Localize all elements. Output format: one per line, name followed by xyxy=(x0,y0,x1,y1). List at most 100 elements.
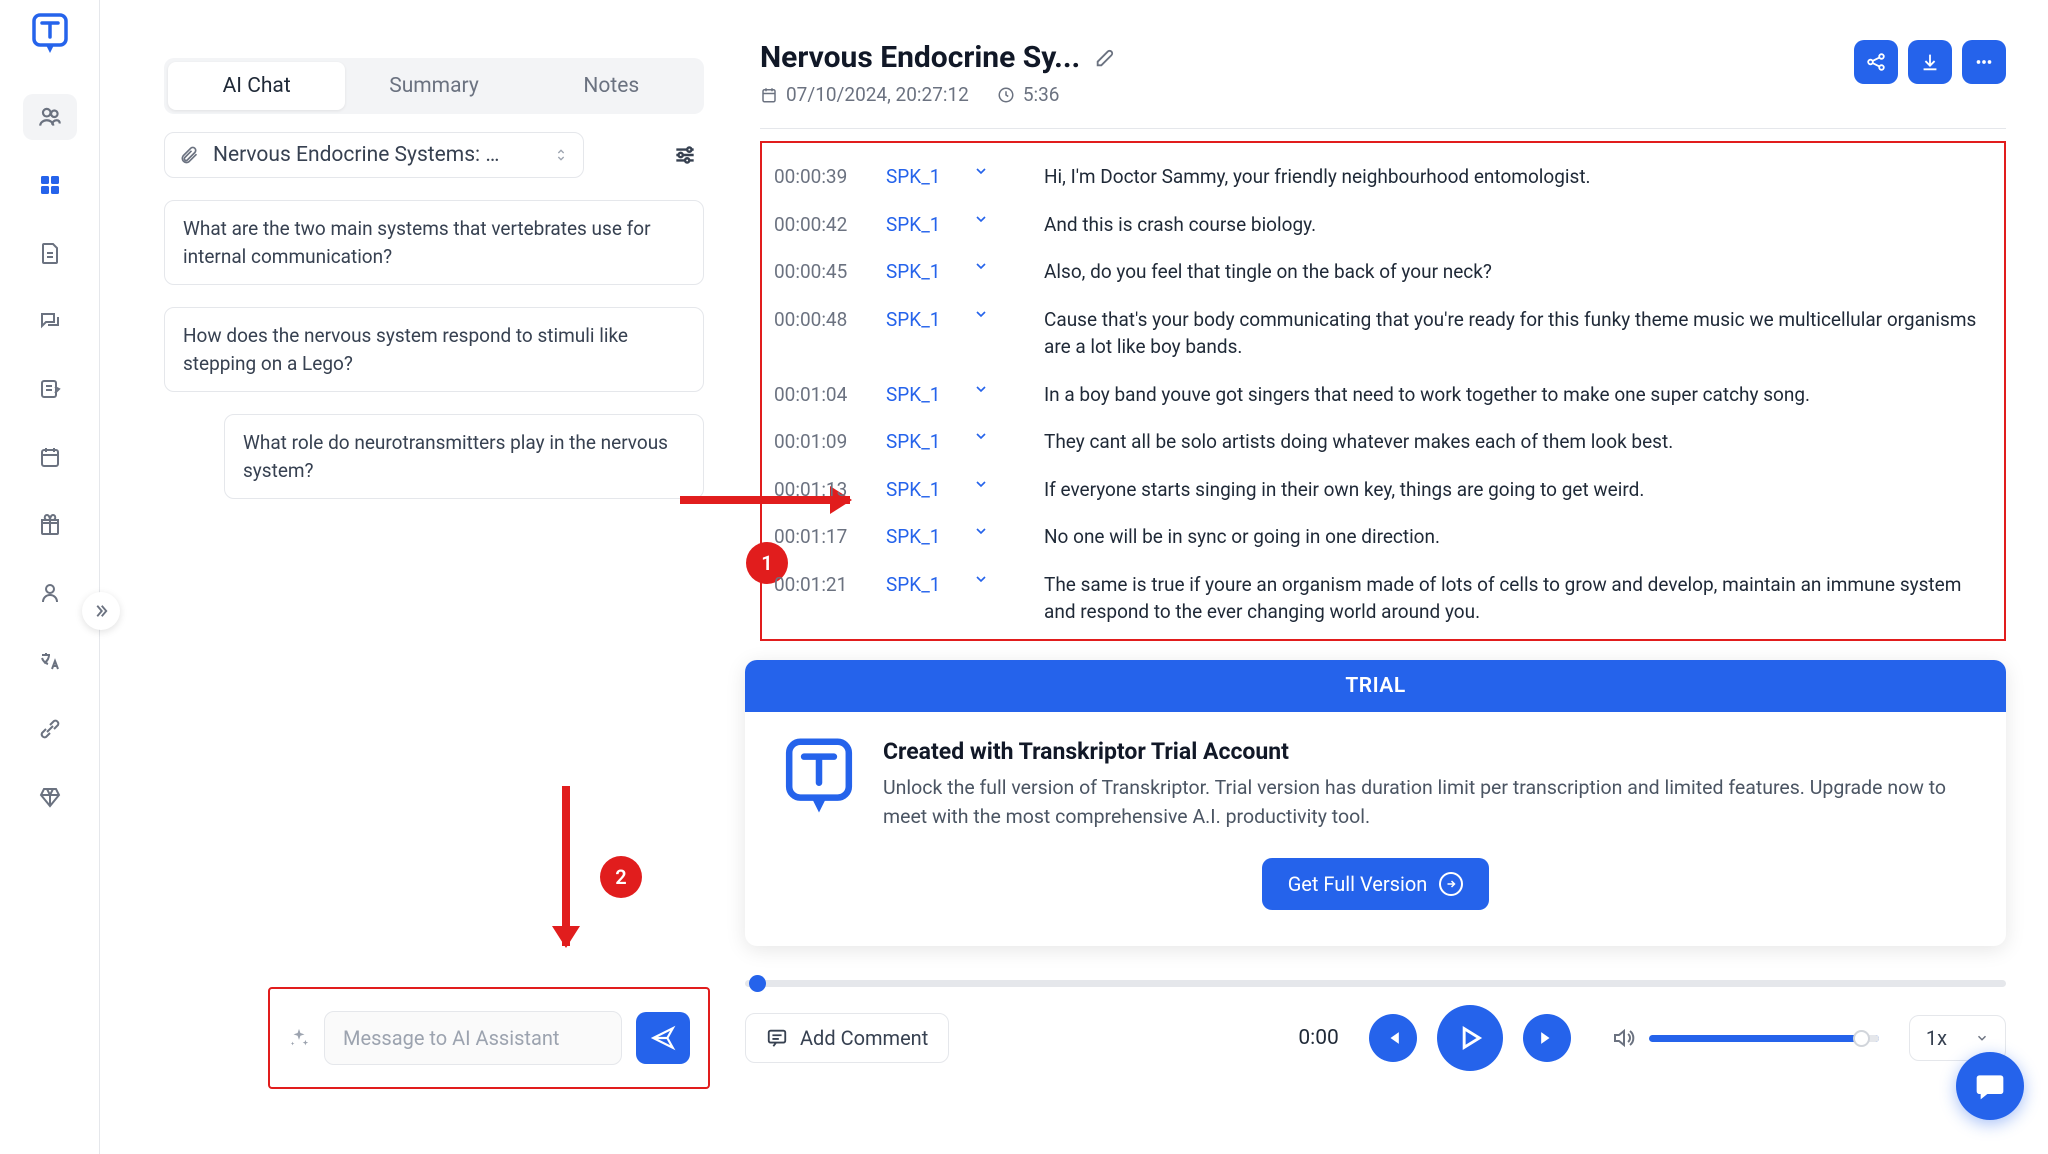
transcript-row[interactable]: 00:01:04SPK_1In a boy band youve got sin… xyxy=(774,371,1992,419)
transcript-text: Hi, I'm Doctor Sammy, your friendly neig… xyxy=(1044,163,1992,191)
updown-icon xyxy=(553,147,569,163)
transcript-text: If everyone starts singing in their own … xyxy=(1044,476,1992,504)
chevron-down-icon[interactable] xyxy=(968,258,994,274)
share-button[interactable] xyxy=(1854,40,1898,84)
transcript-row[interactable]: 00:01:31SPK_1Your cells and organs have … xyxy=(774,636,1992,641)
suggestion-item[interactable]: How does the nervous system respond to s… xyxy=(164,307,704,392)
chevron-down-icon[interactable] xyxy=(968,211,994,227)
sidebar-item-notes[interactable] xyxy=(23,366,77,412)
transcript-speaker[interactable]: SPK_1 xyxy=(886,163,954,191)
volume-slider[interactable] xyxy=(1649,1035,1879,1042)
chevron-down-icon[interactable] xyxy=(968,571,994,587)
play-button[interactable] xyxy=(1437,1005,1503,1071)
chevron-down-icon[interactable] xyxy=(968,428,994,444)
trial-banner: TRIAL Created with Transkriptor Trial Ac… xyxy=(745,660,2006,946)
get-full-version-button[interactable]: Get Full Version xyxy=(1262,858,1490,910)
chevron-down-icon[interactable] xyxy=(968,163,994,179)
sidebar-item-people[interactable] xyxy=(23,94,77,140)
floating-chat-button[interactable] xyxy=(1956,1052,2024,1120)
filter-settings-button[interactable] xyxy=(666,136,704,174)
transkriptor-logo xyxy=(781,738,857,814)
sidebar-item-documents[interactable] xyxy=(23,230,77,276)
transcript-text: The same is true if youre an organism ma… xyxy=(1044,571,1992,626)
transcript-time: 00:01:21 xyxy=(774,571,872,599)
sidebar-item-integrations[interactable] xyxy=(23,706,77,752)
transcript-row[interactable]: 00:01:09 SPK_1 They cant all be solo artis… xyxy=(774,418,1992,466)
transcript-speaker[interactable]: SPK_1 xyxy=(886,306,954,334)
chat-input[interactable]: Message to AI Assistant xyxy=(324,1011,622,1065)
transcript-row[interactable]: 00:01:17SPK_1No one will be in sync or g… xyxy=(774,513,1992,561)
arrow-right-icon xyxy=(1439,872,1463,896)
transcript-speaker[interactable]: SPK_1 xyxy=(886,381,954,409)
transcript-row[interactable]: 00:01:13 SPK_1 If everyone starts singing … xyxy=(774,466,1992,514)
edit-title-button[interactable] xyxy=(1094,47,1116,69)
transcript-time: 00:01:13 xyxy=(774,476,872,504)
transcript-speaker[interactable]: SPK_1 xyxy=(886,476,954,504)
transcript-time: 00:00:48 xyxy=(774,306,872,334)
transcript-row[interactable]: 00:01:21 SPK_1 The same is true if youre a… xyxy=(774,561,1992,636)
sidebar-item-gift[interactable] xyxy=(23,502,77,548)
divider xyxy=(760,128,2006,129)
chevron-down-icon[interactable] xyxy=(968,523,994,539)
progress-bar[interactable] xyxy=(745,980,2006,987)
more-options-button[interactable] xyxy=(1962,40,2006,84)
skip-back-button[interactable] xyxy=(1369,1014,1417,1062)
page-title: Nervous Endocrine Sy... xyxy=(760,40,1080,75)
transcript-speaker[interactable]: SPK_1 xyxy=(886,258,954,286)
chevron-down-icon[interactable] xyxy=(968,306,994,322)
annotation-badge-2: 2 xyxy=(600,856,642,898)
tab-ai-chat[interactable]: AI Chat xyxy=(168,62,345,110)
suggestion-item[interactable]: What are the two main systems that verte… xyxy=(164,200,704,285)
meta-date: 07/10/2024, 20:27:12 xyxy=(760,83,969,106)
left-panel: AI Chat Summary Notes Nervous Endocrine … xyxy=(100,0,740,1154)
sidebar-item-dashboard[interactable] xyxy=(23,162,77,208)
right-panel: Nervous Endocrine Sy... 07/10/2024, 20:2… xyxy=(740,0,2048,1154)
app-logo[interactable] xyxy=(29,14,71,56)
suggestions-list: What are the two main systems that verte… xyxy=(164,200,704,499)
file-selector[interactable]: Nervous Endocrine Systems: … xyxy=(164,132,584,178)
add-comment-button[interactable]: Add Comment xyxy=(745,1013,949,1063)
transcript-time: 00:00:42 xyxy=(774,211,872,239)
transcript-speaker[interactable]: SPK_1 xyxy=(886,211,954,239)
transcript-time: 00:00:45 xyxy=(774,258,872,286)
transcript-container: 00:00:39 SPK_1 Hi, I'm Doctor Sammy, your … xyxy=(760,141,2006,641)
trial-body-text: Unlock the full version of Transkriptor.… xyxy=(883,773,1970,832)
transcript-row[interactable]: 00:00:39 SPK_1 Hi, I'm Doctor Sammy, your … xyxy=(774,153,1992,201)
transcript-time: 00:01:17 xyxy=(774,523,872,551)
chevron-down-icon[interactable] xyxy=(968,476,994,492)
transcript-row[interactable]: 00:00:42SPK_1And this is crash course bi… xyxy=(774,201,1992,249)
transcript-speaker[interactable]: SPK_1 xyxy=(886,571,954,599)
transcript-text: They cant all be solo artists doing what… xyxy=(1044,428,1992,456)
tab-summary[interactable]: Summary xyxy=(345,62,522,110)
file-name: Nervous Endocrine Systems: … xyxy=(213,143,539,167)
sidebar-item-profile[interactable] xyxy=(23,570,77,616)
download-button[interactable] xyxy=(1908,40,1952,84)
trial-title: Created with Transkriptor Trial Account xyxy=(883,738,1970,765)
transcript-time: 00:00:39 xyxy=(774,163,872,191)
player: Add Comment 0:00 xyxy=(745,980,2006,1071)
transcript-time: 00:01:09 xyxy=(774,428,872,456)
chat-input-container: Message to AI Assistant xyxy=(268,987,710,1089)
sidebar xyxy=(0,0,100,1154)
suggestion-item[interactable]: What role do neurotransmitters play in t… xyxy=(224,414,704,499)
tab-notes[interactable]: Notes xyxy=(523,62,700,110)
transcript-text: Cause that's your body communicating tha… xyxy=(1044,306,1992,361)
transcript-speaker[interactable]: SPK_1 xyxy=(886,428,954,456)
sidebar-item-calendar[interactable] xyxy=(23,434,77,480)
chevron-down-icon[interactable] xyxy=(968,381,994,397)
progress-handle[interactable] xyxy=(749,975,766,992)
transcript-speaker[interactable]: SPK_1 xyxy=(886,523,954,551)
trial-header: TRIAL xyxy=(745,660,2006,712)
sidebar-item-premium[interactable] xyxy=(23,774,77,820)
skip-forward-button[interactable] xyxy=(1523,1014,1571,1062)
send-button[interactable] xyxy=(636,1012,690,1064)
volume-icon[interactable] xyxy=(1611,1026,1635,1050)
panel-tabs: AI Chat Summary Notes xyxy=(164,58,704,114)
volume-handle[interactable] xyxy=(1853,1030,1870,1047)
transcript-row[interactable]: 00:00:48 SPK_1 Cause that's your body comm… xyxy=(774,296,1992,371)
transcript-row[interactable]: 00:00:45SPK_1Also, do you feel that ting… xyxy=(774,248,1992,296)
current-time: 0:00 xyxy=(1298,1026,1339,1050)
sidebar-item-translate[interactable] xyxy=(23,638,77,684)
meta-duration: 5:36 xyxy=(997,83,1060,106)
sidebar-item-comments[interactable] xyxy=(23,298,77,344)
